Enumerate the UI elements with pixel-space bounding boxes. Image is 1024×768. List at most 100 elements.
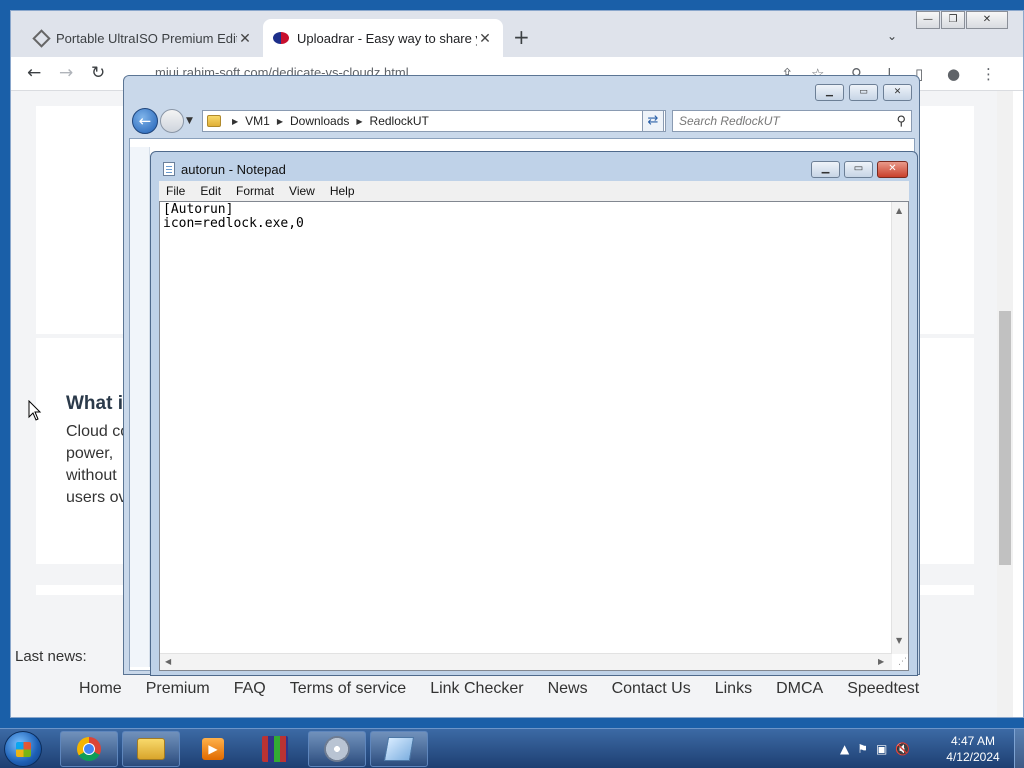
show-hidden-icons-icon[interactable]: ▲ [840,742,849,756]
tab-title: Uploadrar - Easy way to share yo [297,30,477,46]
recent-pages-chevron-icon[interactable]: ▼ [186,116,193,126]
show-desktop-button[interactable] [1014,729,1024,768]
footer-link-dmca[interactable]: DMCA [776,680,823,698]
close-icon[interactable]: ✕ [477,30,493,47]
close-button[interactable]: ✕ [877,161,908,178]
forward-arrow-icon[interactable]: → [59,63,73,83]
tab-ultraiso[interactable]: Portable UltraISO Premium Editic ✕ [25,19,263,57]
profile-avatar-icon[interactable]: ● [947,65,960,83]
minimize-button[interactable]: ▁ [811,161,840,178]
forward-arrow-icon[interactable] [160,109,184,133]
breadcrumb-vm1[interactable]: VM1 [245,114,270,128]
taskbar-ultraiso[interactable] [308,731,366,767]
explorer-nav-buttons: ← ▼ [132,108,193,134]
clock-date: 4/12/2024 [946,750,1000,764]
scroll-up-icon[interactable]: ▲ [896,206,902,215]
menu-kebab-icon[interactable]: ⋮ [981,65,996,83]
uploadrar-favicon-icon [273,32,289,44]
footer-link-contact[interactable]: Contact Us [612,680,691,698]
section-text-line: power, [66,445,114,462]
close-button[interactable]: ✕ [966,11,1008,29]
new-tab-button[interactable]: + [513,25,530,49]
menu-view[interactable]: View [282,184,323,198]
taskbar-explorer[interactable] [122,731,180,767]
search-placeholder: Search RedlockUT [679,114,780,128]
explorer-titlebar[interactable]: ▁ ▭ ✕ [124,76,919,108]
clock-time: 4:47 AM [950,734,996,748]
taskbar-media-player[interactable]: ▶ [184,731,242,767]
footer-link-premium[interactable]: Premium [146,680,210,698]
footer-nav: Home Premium FAQ Terms of service Link C… [11,674,997,704]
taskbar-winrar[interactable] [246,731,304,767]
last-news-label: Last news: [15,648,87,665]
text-line: [Autorun] [163,202,234,217]
close-button[interactable]: ✕ [883,84,912,101]
text-editor[interactable]: [Autorun] icon=redlock.exe,0 ▲ ▼ ◀ ▶ ⋰ [159,201,909,671]
section-text-line: users ov [66,489,127,506]
scroll-right-icon[interactable]: ▶ [878,657,884,666]
ultraiso-favicon-icon [32,28,51,48]
tab-title: Portable UltraISO Premium Editic [56,30,237,46]
notepad-icon [163,162,175,176]
minimize-button[interactable]: — [916,11,940,29]
notepad-titlebar[interactable]: autorun - Notepad ▁ ▭ ✕ [151,152,917,184]
resize-grip-icon[interactable]: ⋰ [893,655,907,669]
scroll-left-icon[interactable]: ◀ [165,657,171,666]
footer-link-news[interactable]: News [548,680,588,698]
tab-strip: Portable UltraISO Premium Editic ✕ Uploa… [11,11,1023,57]
vertical-scrollbar[interactable]: ▲ ▼ [891,202,908,654]
breadcrumb-arrow-icon[interactable]: ▶ [356,117,362,126]
back-arrow-icon[interactable]: ← [132,108,158,134]
taskbar-notepad[interactable] [370,731,428,767]
chrome-icon [77,737,101,761]
explorer-address-bar[interactable]: ▶ VM1 ▶ Downloads ▶ RedlockUT ▼ [202,110,666,132]
horizontal-scrollbar[interactable]: ◀ ▶ [160,653,892,670]
back-arrow-icon[interactable]: ← [27,63,41,83]
maximize-button[interactable]: ▭ [849,84,878,101]
disc-icon [324,736,350,762]
maximize-button[interactable]: ▭ [844,161,873,178]
clock[interactable]: 4:47 AM 4/12/2024 [940,733,1006,765]
tab-uploadrar[interactable]: Uploadrar - Easy way to share yo ✕ [263,19,503,57]
network-icon[interactable]: ▣ [876,742,887,756]
menu-file[interactable]: File [159,184,193,198]
tab-search-chevron-icon[interactable]: ⌄ [887,29,897,43]
footer-link-links[interactable]: Links [715,680,752,698]
folder-icon [207,115,221,127]
minimize-button[interactable]: ▁ [815,84,844,101]
taskbar-chrome[interactable] [60,731,118,767]
menu-bar: File Edit Format View Help [159,181,909,201]
page-scrollbar[interactable] [997,91,1013,717]
search-icon[interactable]: ⚲ [896,113,906,129]
volume-muted-icon[interactable]: 🔇 [895,742,910,756]
reload-icon[interactable]: ↻ [91,63,105,83]
section-heading: What i [66,393,123,414]
breadcrumb-downloads[interactable]: Downloads [290,114,349,128]
footer-link-link-checker[interactable]: Link Checker [430,680,523,698]
notepad-window: autorun - Notepad ▁ ▭ ✕ File Edit Format… [150,151,918,676]
maximize-button[interactable]: ❐ [941,11,965,29]
winrar-icon [262,736,288,762]
breadcrumb-arrow-icon[interactable]: ▶ [277,117,283,126]
close-icon[interactable]: ✕ [237,30,253,47]
menu-edit[interactable]: Edit [193,184,229,198]
menu-help[interactable]: Help [323,184,363,198]
text-line: icon=redlock.exe,0 [163,216,304,231]
start-button[interactable] [4,731,42,767]
navigation-pane [130,147,150,667]
explorer-search-input[interactable]: Search RedlockUT ⚲ [672,110,912,132]
refresh-icon[interactable]: ⇄ [642,110,664,132]
scrollbar-thumb[interactable] [999,311,1011,565]
scroll-down-icon[interactable]: ▼ [896,636,902,645]
menu-format[interactable]: Format [229,184,282,198]
action-center-flag-icon[interactable]: ⚑ [857,742,868,756]
breadcrumb-redlockut[interactable]: RedlockUT [370,114,429,128]
window-title: autorun - Notepad [181,162,286,177]
footer-link-speedtest[interactable]: Speedtest [847,680,919,698]
footer-link-faq[interactable]: FAQ [234,680,266,698]
folder-icon [137,738,165,760]
footer-link-home[interactable]: Home [79,680,122,698]
breadcrumb-arrow-icon[interactable]: ▶ [232,117,238,126]
footer-link-terms[interactable]: Terms of service [290,680,406,698]
notepad-icon [383,737,415,761]
